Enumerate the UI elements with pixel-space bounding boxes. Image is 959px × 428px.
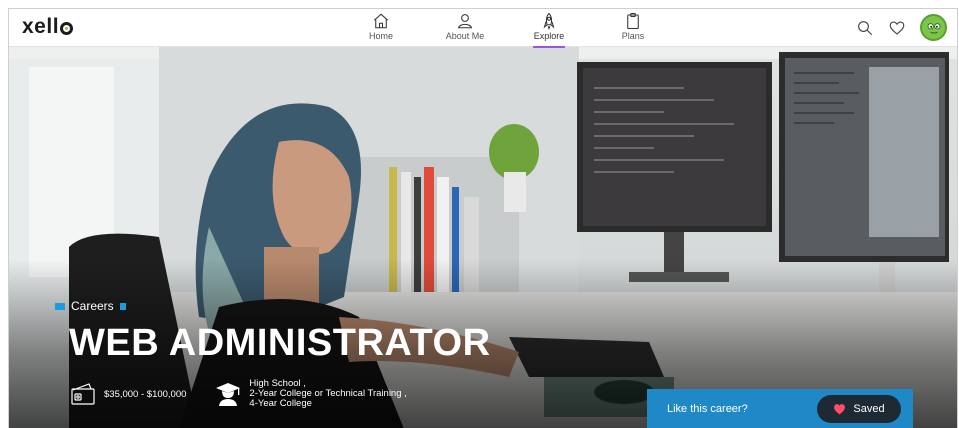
logo-text: xell — [22, 15, 60, 38]
nav-explore-label: Explore — [533, 31, 565, 41]
breadcrumb-marker-right — [119, 302, 126, 310]
heart-icon[interactable] — [888, 19, 906, 37]
graduate-icon — [216, 383, 241, 406]
home-icon — [373, 13, 389, 29]
education-line-3: 4-Year College — [249, 398, 312, 409]
saved-button[interactable]: Saved — [817, 395, 901, 423]
nav-about-me-label: About Me — [445, 31, 485, 41]
heart-filled-icon — [834, 404, 846, 415]
xello-logo[interactable]: xell — [22, 15, 74, 39]
nav-explore[interactable]: Explore — [507, 11, 591, 48]
wallet-icon — [71, 383, 95, 405]
like-career-prompt: Like this career? — [667, 403, 748, 415]
salary-info: $35,000 - $100,000 — [69, 381, 186, 407]
nav-about-me[interactable]: About Me — [423, 11, 507, 47]
search-icon[interactable] — [856, 19, 874, 37]
nav-plans[interactable]: Plans — [591, 11, 675, 47]
education-info: High School , 2-Year College or Technica… — [214, 379, 407, 409]
person-icon — [458, 14, 472, 29]
nav-plans-label: Plans — [621, 31, 645, 41]
breadcrumb-marker-left — [55, 302, 65, 310]
breadcrumb: Careers — [55, 299, 126, 313]
breadcrumb-careers-link[interactable]: Careers — [71, 299, 114, 313]
avatar[interactable] — [920, 14, 947, 41]
career-meta: $35,000 - $100,000 High School , 2-Year … — [69, 379, 407, 409]
clipboard-icon — [627, 12, 639, 30]
saved-label: Saved — [853, 403, 885, 415]
logo-o-mark — [60, 21, 74, 35]
like-career-bar: Like this career? Saved — [647, 389, 913, 428]
header-actions — [856, 14, 947, 41]
top-navigation-bar: xell Home About Me Explore Plans — [9, 9, 957, 48]
career-title: WEB ADMINISTRATOR — [69, 322, 491, 364]
education-text: High School , 2-Year College or Technica… — [249, 379, 406, 409]
nav-home[interactable]: Home — [339, 11, 423, 47]
rocket-icon — [543, 12, 555, 30]
main-nav: Home About Me Explore Plans — [339, 11, 675, 48]
app-window: xell Home About Me Explore Plans Careers… — [8, 8, 958, 428]
career-hero: Careers WEB ADMINISTRATOR $35,000 - $100… — [9, 47, 957, 428]
avatar-face-icon — [927, 22, 940, 33]
salary-range: $35,000 - $100,000 — [104, 388, 187, 400]
nav-home-label: Home — [368, 31, 393, 41]
